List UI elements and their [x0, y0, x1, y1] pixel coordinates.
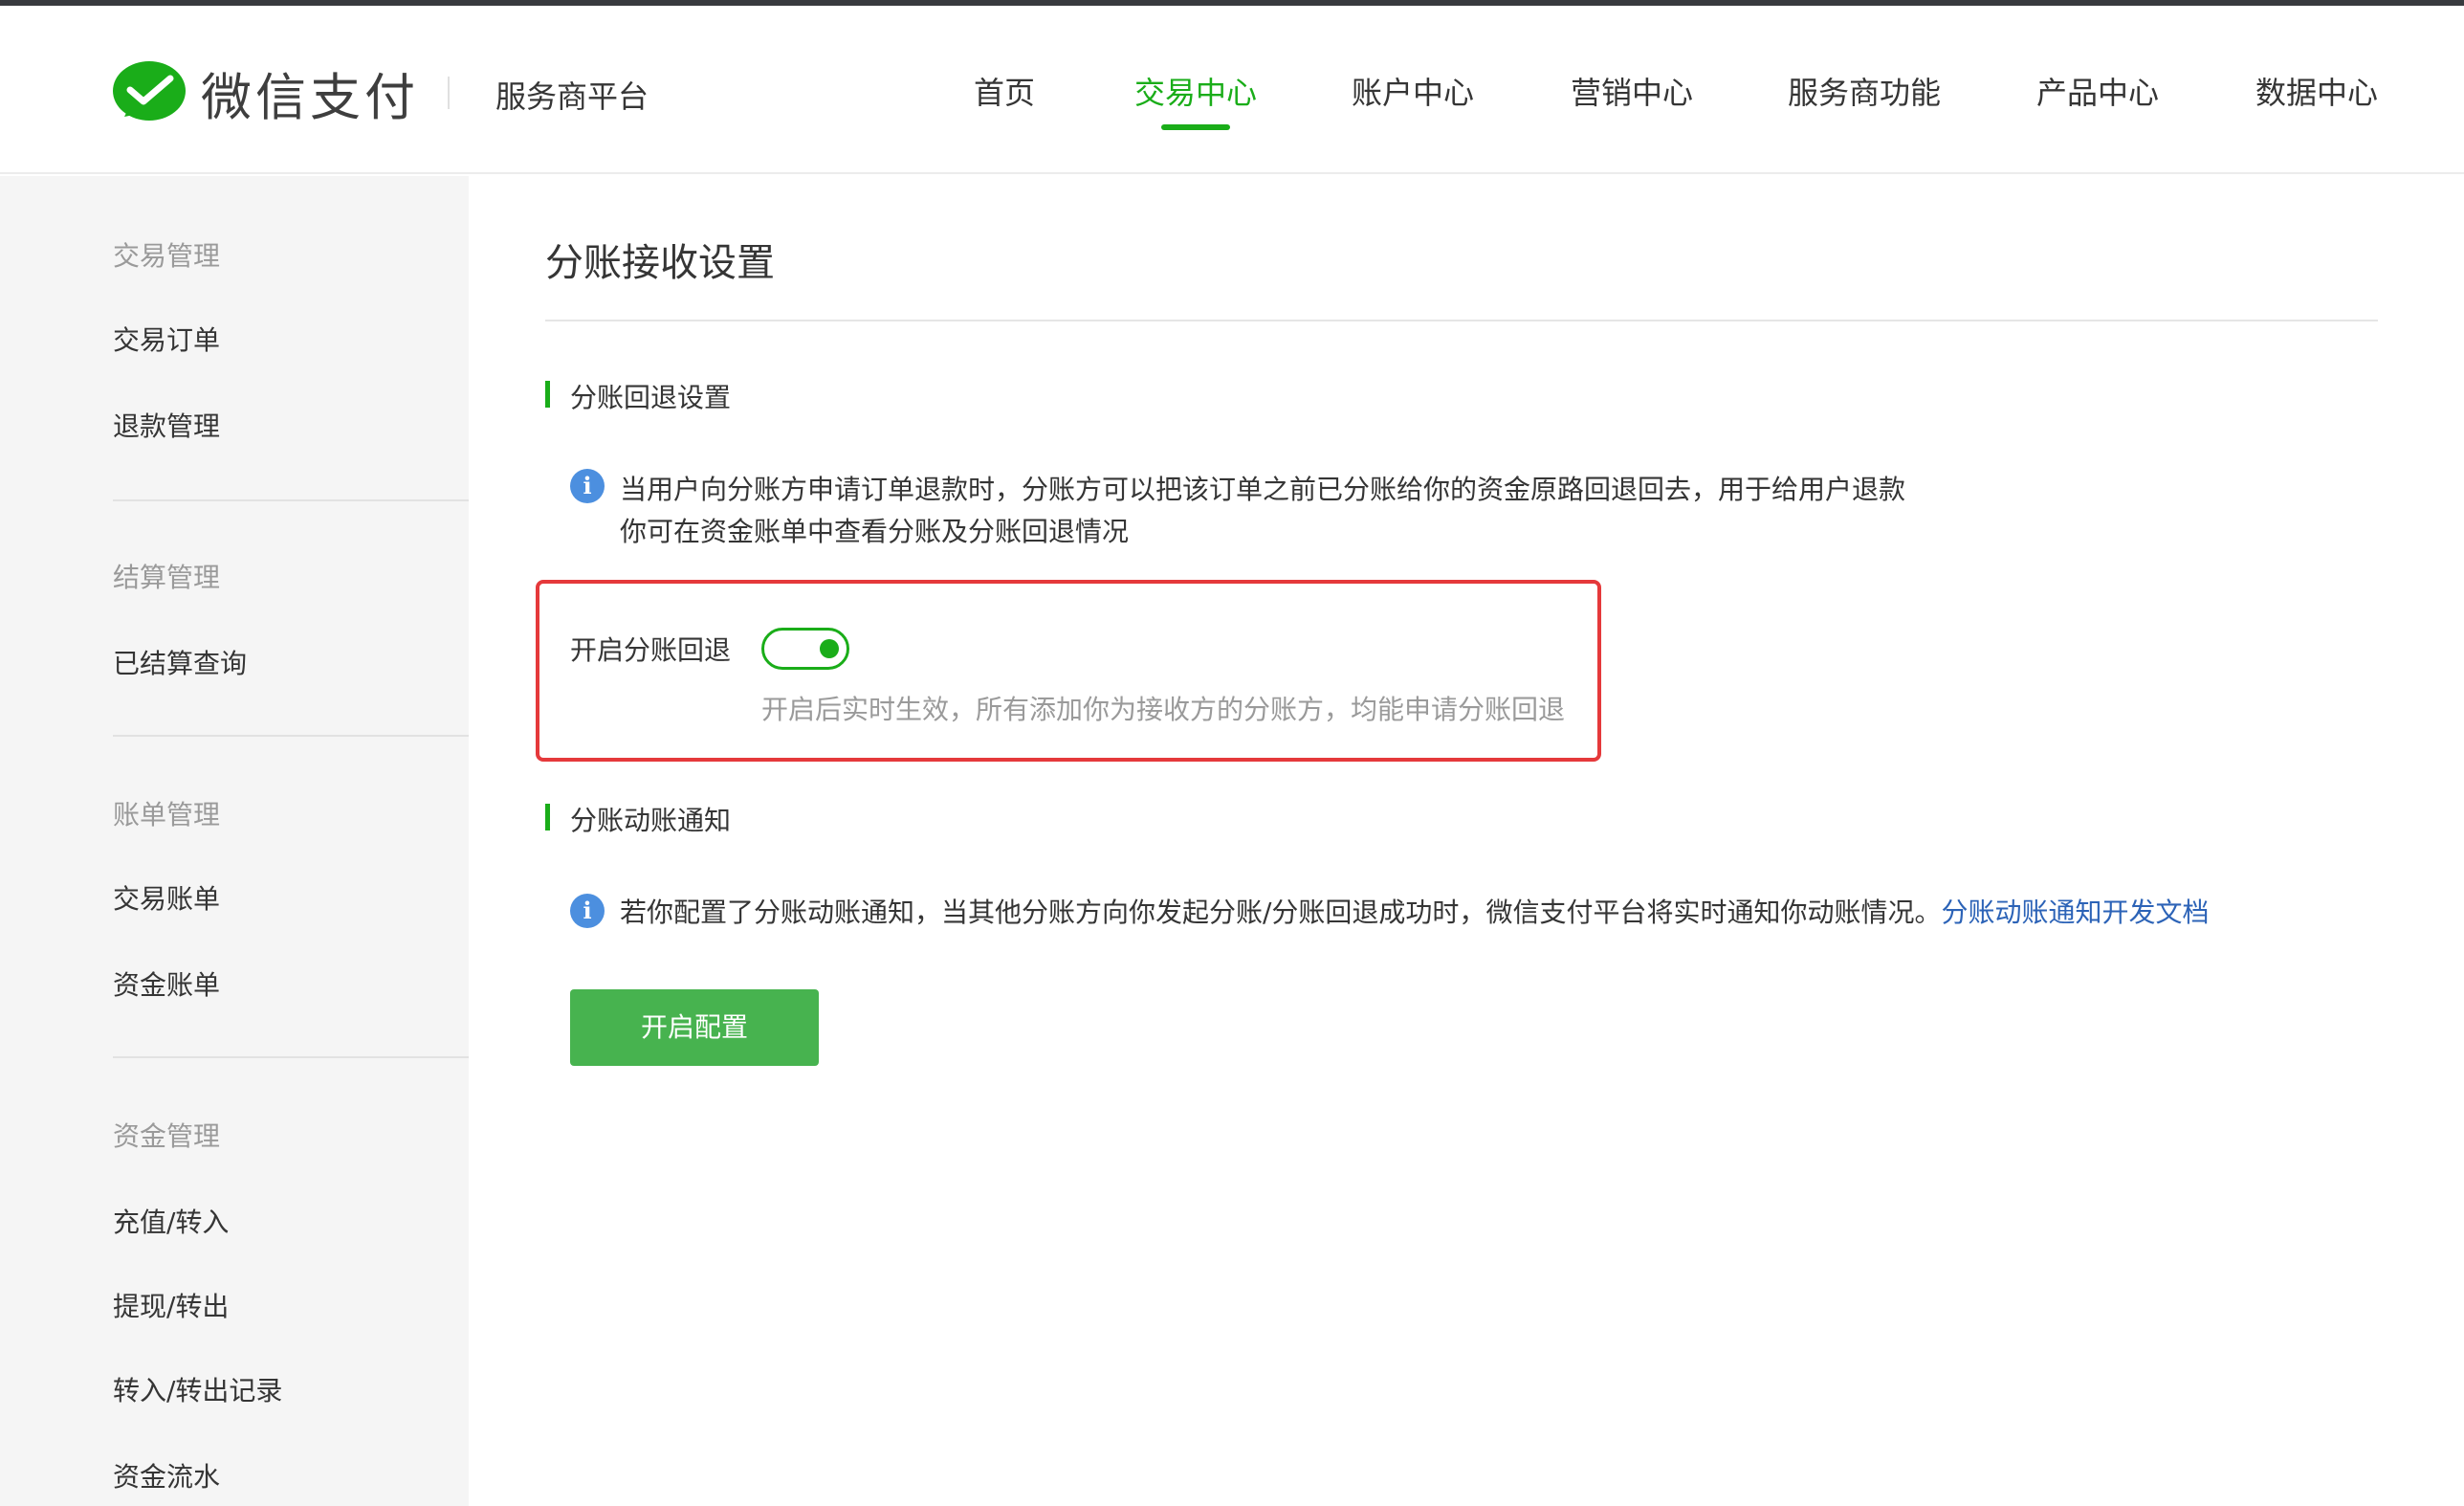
toggle-label: 开启分账回退: [570, 634, 732, 666]
wechat-pay-logo[interactable]: 微信支付: [111, 57, 419, 130]
sidebar-item-settled-query[interactable]: 已结算查询: [113, 643, 247, 681]
sidebar-item-recharge[interactable]: 充值/转入: [113, 1202, 229, 1240]
refund-info-line-1: 当用户向分账方申请订单退款时，分账方可以把该订单之前已分账给你的资金原路回退回去…: [620, 474, 1906, 505]
nav-provider-functions[interactable]: 服务商功能: [1788, 69, 1941, 113]
active-nav-indicator: [1161, 124, 1230, 130]
enable-config-button[interactable]: 开启配置: [570, 989, 819, 1066]
header: 微信支付 服务商平台 首页 交易中心 账户中心 营销中心 服务商功能 产品中心 …: [0, 6, 2464, 174]
sidebar-item-fund-flow[interactable]: 资金流水: [113, 1456, 220, 1495]
sidebar-item-transaction-orders[interactable]: 交易订单: [113, 320, 220, 358]
refund-info-line-2: 你可在资金账单中查看分账及分账回退情况: [620, 516, 1130, 547]
page-title: 分账接收设置: [545, 241, 775, 285]
notify-info: 若你配置了分账动账通知，当其他分账方向你发起分账/分账回退成功时，微信支付平台将…: [620, 892, 2209, 930]
sidebar: 交易管理 交易订单 退款管理 结算管理 已结算查询 账单管理 交易账单 资金账单…: [0, 176, 469, 1506]
sidebar-item-withdraw[interactable]: 提现/转出: [113, 1286, 229, 1324]
notify-info-text: 若你配置了分账动账通知，当其他分账方向你发起分账/分账回退成功时，微信支付平台将…: [620, 897, 1942, 928]
nav-account-center[interactable]: 账户中心: [1352, 69, 1474, 113]
sidebar-item-transaction-bill[interactable]: 交易账单: [113, 878, 220, 917]
highlight-box: [536, 580, 1601, 762]
info-icon: i: [570, 894, 605, 928]
sidebar-heading-transactions: 交易管理: [113, 240, 221, 272]
section-marker: [545, 381, 550, 408]
platform-name: 服务商平台: [495, 78, 649, 115]
nav-product-center[interactable]: 产品中心: [2036, 69, 2159, 113]
wechat-pay-logo-icon: [113, 61, 186, 121]
refund-rollback-toggle[interactable]: [761, 628, 849, 670]
toggle-hint: 开启后实时生效，所有添加你为接收方的分账方，均能申请分账回退: [761, 694, 1566, 725]
section-marker: [545, 804, 550, 831]
section-title-refund: 分账回退设置: [570, 382, 732, 413]
sidebar-heading-bills: 账单管理: [113, 799, 221, 831]
sidebar-heading-funds: 资金管理: [113, 1120, 221, 1152]
sidebar-item-fund-bill[interactable]: 资金账单: [113, 964, 220, 1003]
sidebar-item-transfer-records[interactable]: 转入/转出记录: [113, 1370, 282, 1408]
dev-doc-link[interactable]: 分账动账通知开发文档: [1941, 897, 2209, 928]
sidebar-divider: [113, 499, 469, 501]
sidebar-divider: [113, 735, 469, 737]
nav-home[interactable]: 首页: [974, 69, 1035, 113]
logo-divider: [448, 77, 450, 109]
toggle-knob: [820, 639, 839, 658]
sidebar-heading-settlement: 结算管理: [113, 562, 221, 593]
nav-data-center[interactable]: 数据中心: [2255, 69, 2378, 113]
nav-transaction-center[interactable]: 交易中心: [1134, 69, 1257, 113]
sidebar-item-refund-management[interactable]: 退款管理: [113, 406, 220, 444]
sidebar-divider: [113, 1056, 469, 1058]
section-title-notify: 分账动账通知: [570, 805, 732, 836]
nav-marketing-center[interactable]: 营销中心: [1571, 69, 1693, 113]
title-divider: [545, 320, 2378, 321]
logo-text: 微信支付: [201, 69, 419, 127]
info-icon: i: [570, 469, 605, 503]
